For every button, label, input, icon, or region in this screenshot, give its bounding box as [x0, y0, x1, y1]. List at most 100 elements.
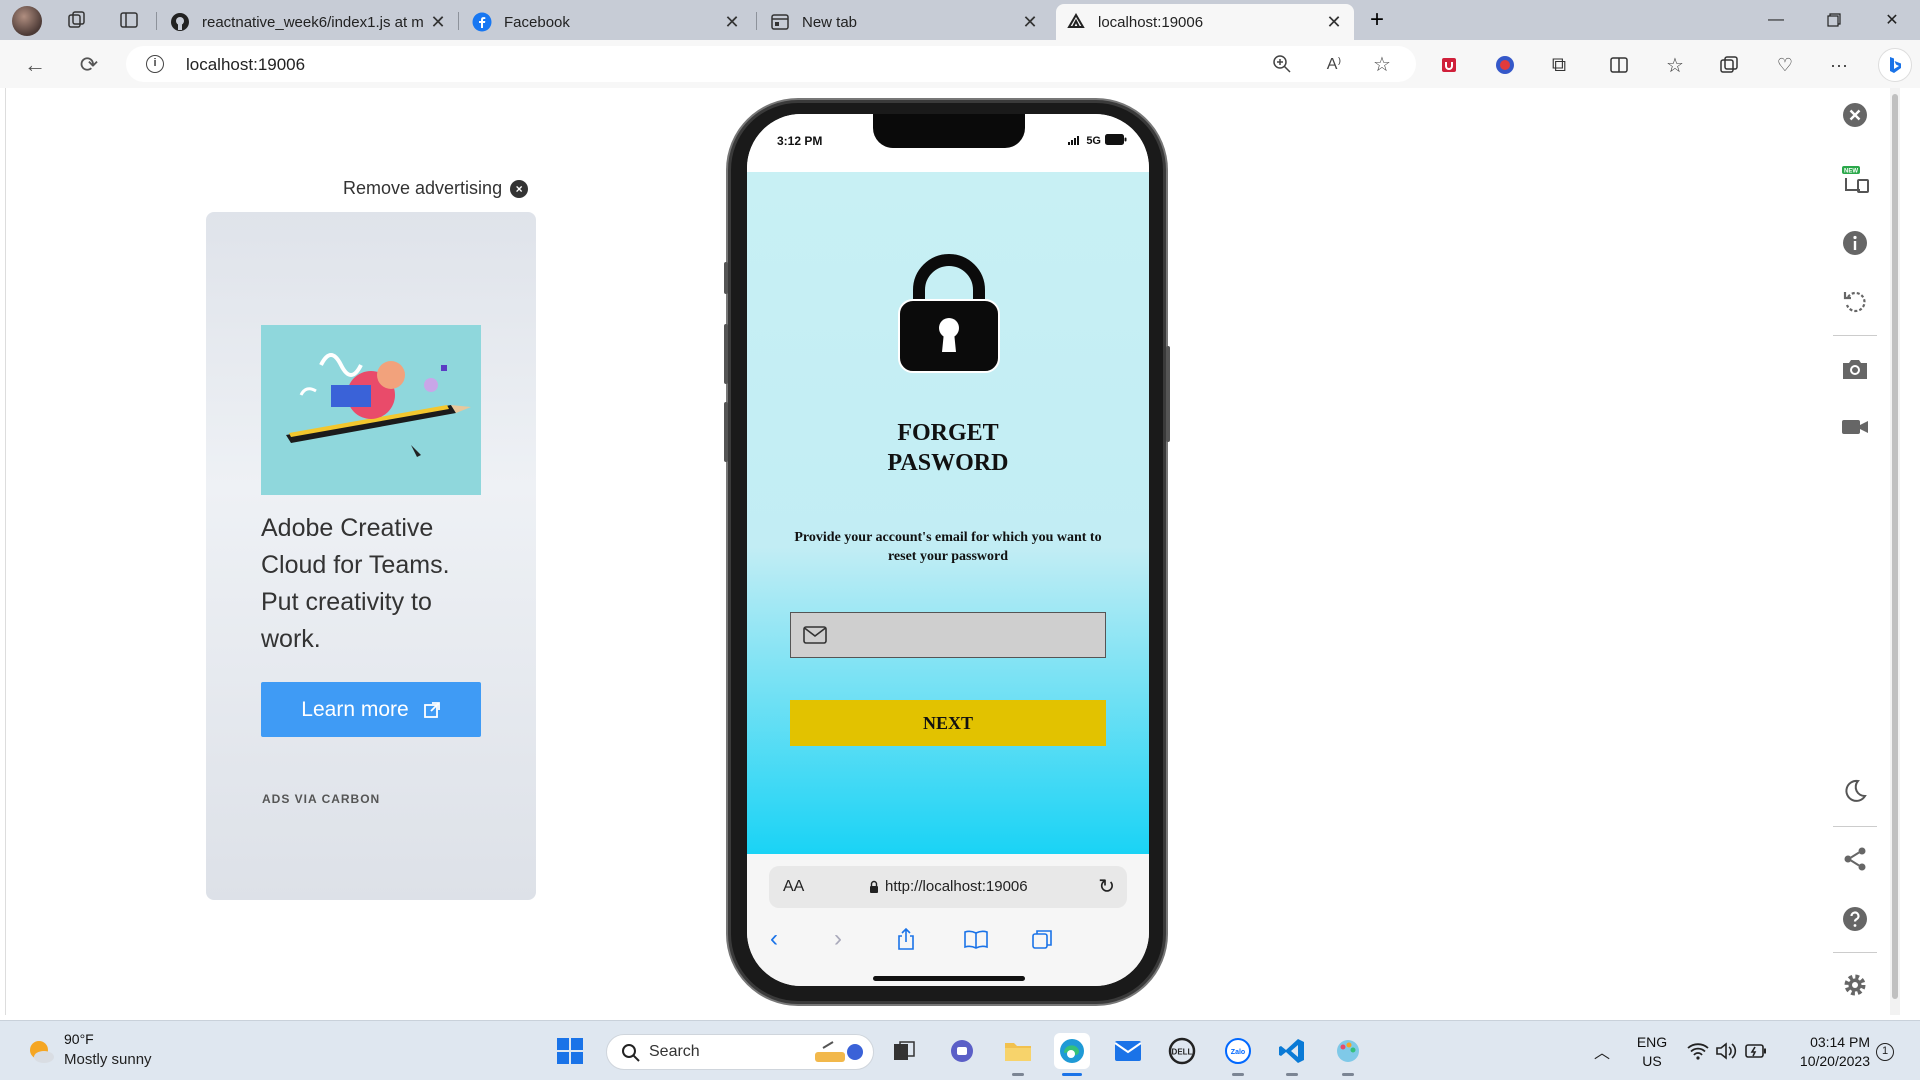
profile-avatar[interactable]	[12, 6, 42, 36]
mail-app-icon[interactable]	[1110, 1033, 1146, 1069]
weather-condition[interactable]: Mostly sunny	[64, 1051, 152, 1068]
close-panel-icon[interactable]	[1840, 100, 1870, 130]
favorite-star-icon[interactable]: ☆	[1370, 52, 1394, 76]
vscode-icon[interactable]	[1274, 1033, 1310, 1069]
teams-chat-icon[interactable]	[944, 1033, 980, 1069]
close-window-icon[interactable]: ✕	[1868, 4, 1916, 36]
status-bar: 3:12 PM 5G	[747, 114, 1149, 172]
remove-advertising-link[interactable]: Remove advertising ×	[343, 178, 529, 199]
info-icon[interactable]	[1840, 228, 1870, 258]
address-text[interactable]: localhost:19006	[186, 55, 305, 75]
tab-github[interactable]: reactnative_week6/index1.js at m ✕	[160, 4, 458, 40]
extension-globe-icon[interactable]	[1492, 52, 1518, 78]
input-language[interactable]: ENG US	[1632, 1033, 1672, 1071]
browser-essentials-icon[interactable]: ♡	[1772, 52, 1798, 78]
tab-title: reactnative_week6/index1.js at m	[202, 13, 424, 31]
split-screen-icon[interactable]	[1606, 52, 1632, 78]
weather-temperature[interactable]: 90°F	[64, 1031, 94, 1047]
minimize-icon[interactable]: —	[1752, 4, 1800, 36]
share-icon[interactable]	[1840, 844, 1870, 874]
signal-icon	[1068, 135, 1082, 148]
more-menu-icon[interactable]: ···	[1826, 52, 1852, 78]
taskbar-search[interactable]: Search	[606, 1034, 874, 1070]
expo-icon	[1066, 12, 1086, 32]
paint-icon[interactable]	[1330, 1033, 1366, 1069]
home-indicator	[873, 976, 1025, 981]
moon-icon[interactable]	[1840, 776, 1870, 806]
network-type: 5G	[1086, 135, 1101, 147]
tab-actions-icon[interactable]	[116, 8, 142, 32]
zoom-icon[interactable]	[1270, 52, 1294, 76]
tab-localhost[interactable]: localhost:19006 ✕	[1056, 4, 1354, 40]
edge-browser-icon[interactable]	[1054, 1033, 1090, 1069]
ad-illustration[interactable]	[261, 325, 481, 495]
close-tab-icon[interactable]: ✕	[1020, 12, 1040, 33]
close-tab-icon[interactable]: ✕	[428, 12, 448, 33]
notification-count: 1	[1881, 1045, 1889, 1057]
refresh-icon[interactable]: ⟳	[74, 50, 104, 80]
ad-card[interactable]: Adobe Creative Cloud for Teams. Put crea…	[206, 212, 536, 900]
safari-tabs-icon[interactable]	[1027, 924, 1057, 954]
restore-icon[interactable]	[1810, 4, 1858, 36]
address-bar[interactable]: i localhost:19006 A⁾ ☆	[126, 46, 1416, 82]
next-button[interactable]: NEXT	[790, 700, 1106, 746]
safari-back-icon[interactable]: ‹	[759, 924, 789, 954]
safari-url[interactable]: http://localhost:19006	[869, 878, 1028, 895]
svg-text:DELL: DELL	[1172, 1048, 1193, 1057]
extensions-icon[interactable]: ⧉	[1546, 52, 1572, 78]
scrollbar-thumb[interactable]	[1892, 94, 1898, 999]
lock-small-icon	[870, 880, 878, 893]
email-field[interactable]	[790, 612, 1106, 658]
close-tab-icon[interactable]: ✕	[722, 12, 742, 33]
new-tab-icon[interactable]: +	[1364, 6, 1390, 33]
favorites-icon[interactable]: ☆	[1662, 52, 1688, 78]
reader-aa-button[interactable]: AA	[783, 878, 804, 896]
show-hidden-icons-chevron-icon[interactable]: ︿	[1584, 1033, 1620, 1069]
panel-divider	[1833, 952, 1877, 953]
tab-new-tab[interactable]: New tab ✕	[760, 4, 1050, 40]
bing-copilot-icon[interactable]	[1878, 48, 1912, 82]
instruction-text: Provide your account's email for which y…	[794, 530, 1102, 564]
taskbar: 90°F Mostly sunny Search DELL Zalo ︿ ENG…	[0, 1020, 1920, 1080]
safari-address-bar[interactable]: AA http://localhost:19006 ↻	[769, 866, 1127, 908]
page-scrollbar[interactable]	[1890, 88, 1900, 1015]
extension-shield-icon[interactable]	[1436, 52, 1462, 78]
phone-side-button	[724, 262, 728, 294]
page-title-line2: PASWORD	[887, 450, 1009, 476]
tab-facebook[interactable]: Facebook ✕	[462, 4, 752, 40]
settings-icon[interactable]	[1840, 970, 1870, 1000]
collections-icon[interactable]	[1716, 52, 1742, 78]
read-aloud-icon[interactable]: A⁾	[1322, 52, 1346, 76]
battery-charging-icon[interactable]	[1738, 1033, 1774, 1069]
safari-share-icon[interactable]	[891, 924, 921, 954]
clock[interactable]: 03:14 PM 10/20/2023	[1780, 1033, 1870, 1071]
email-input[interactable]	[837, 619, 1099, 651]
weather-sun-icon[interactable]	[26, 1037, 56, 1067]
safari-bookmarks-icon[interactable]	[961, 924, 991, 954]
task-view-icon[interactable]	[886, 1033, 922, 1069]
windows-start-icon[interactable]	[552, 1033, 588, 1069]
close-tab-icon[interactable]: ✕	[1324, 12, 1344, 33]
learn-more-label: Learn more	[301, 697, 409, 721]
dell-icon[interactable]: DELL	[1164, 1033, 1200, 1069]
rotate-icon[interactable]	[1840, 286, 1870, 316]
workspaces-icon[interactable]	[64, 8, 90, 32]
ads-via-carbon-link[interactable]: ADS VIA CARBON	[262, 792, 380, 806]
new-badge: NEW	[1844, 169, 1858, 175]
camera-icon[interactable]	[1840, 354, 1870, 384]
file-explorer-icon[interactable]	[1000, 1033, 1036, 1069]
status-time: 3:12 PM	[777, 134, 823, 148]
safari-reload-icon[interactable]: ↻	[1098, 874, 1115, 899]
back-icon[interactable]: ←	[20, 50, 50, 80]
page-title-line1: FORGET	[897, 420, 999, 446]
site-info-icon[interactable]: i	[146, 55, 164, 73]
video-icon[interactable]	[1840, 412, 1870, 442]
device-icon[interactable]: NEW	[1840, 164, 1870, 194]
notification-badge[interactable]: 1	[1876, 1043, 1894, 1061]
safari-forward-icon[interactable]: ›	[823, 924, 853, 954]
zalo-icon[interactable]: Zalo	[1220, 1033, 1256, 1069]
help-icon[interactable]	[1840, 904, 1870, 934]
ad-text[interactable]: Adobe Creative Cloud for Teams. Put crea…	[261, 510, 481, 658]
learn-more-button[interactable]: Learn more	[261, 682, 481, 737]
close-ad-icon[interactable]: ×	[510, 179, 529, 198]
